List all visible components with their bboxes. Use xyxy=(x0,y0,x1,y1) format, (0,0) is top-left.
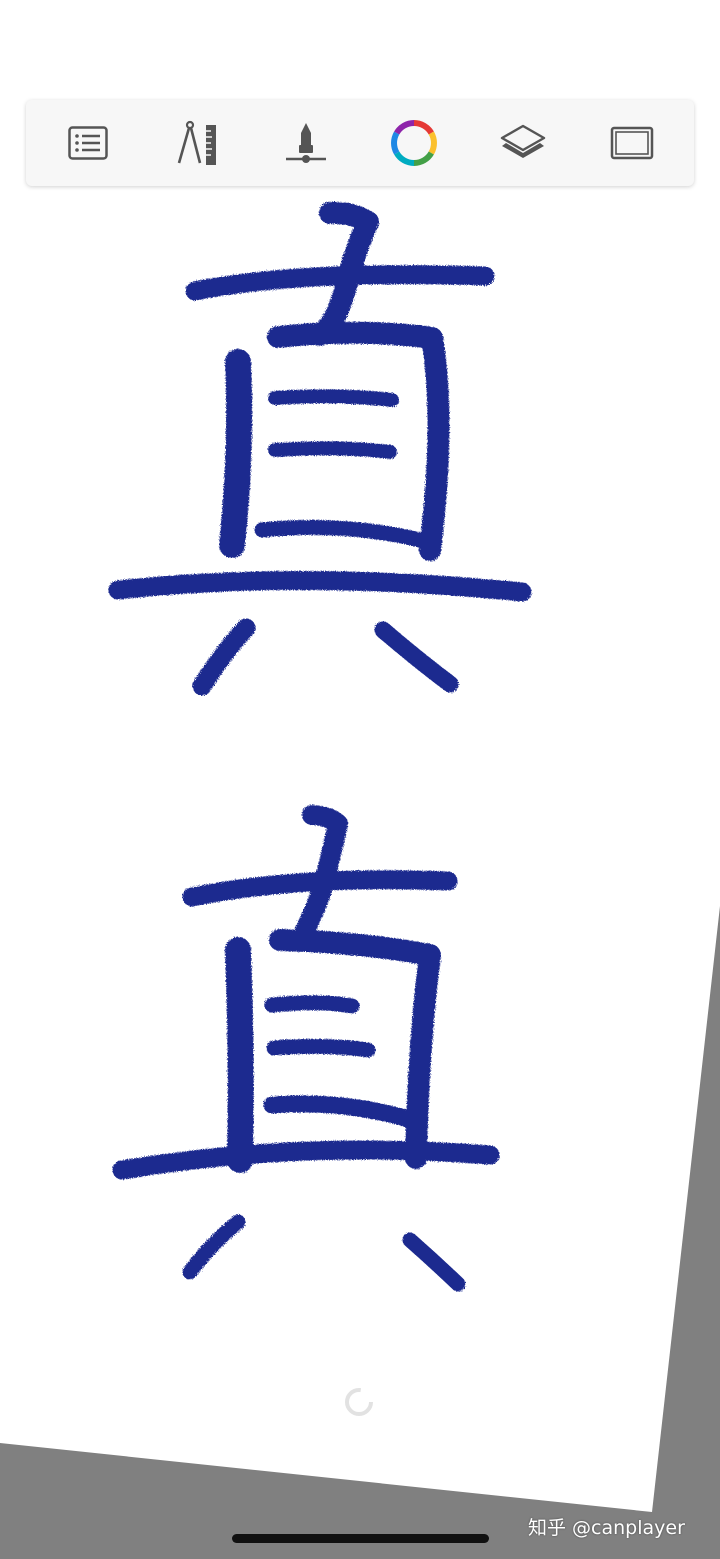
menu-list-button[interactable] xyxy=(56,111,120,175)
color-wheel-icon xyxy=(391,120,438,166)
guides-compass-ruler-icon xyxy=(177,120,216,165)
layers-icon xyxy=(500,124,546,158)
watermark-text: 知乎 @canplayer xyxy=(528,1517,685,1539)
layers-button[interactable] xyxy=(491,111,555,175)
fullscreen-button[interactable] xyxy=(600,111,664,175)
color-picker-button[interactable] xyxy=(382,111,446,175)
brush-tool-icon xyxy=(285,123,326,163)
home-indicator[interactable] xyxy=(232,1534,489,1543)
brush-button[interactable] xyxy=(274,111,338,175)
guides-button[interactable] xyxy=(165,111,229,175)
fullscreen-frame-icon xyxy=(610,126,653,160)
drawing-stage[interactable] xyxy=(0,0,720,1559)
menu-list-icon xyxy=(68,126,109,160)
top-toolbar xyxy=(26,100,694,186)
